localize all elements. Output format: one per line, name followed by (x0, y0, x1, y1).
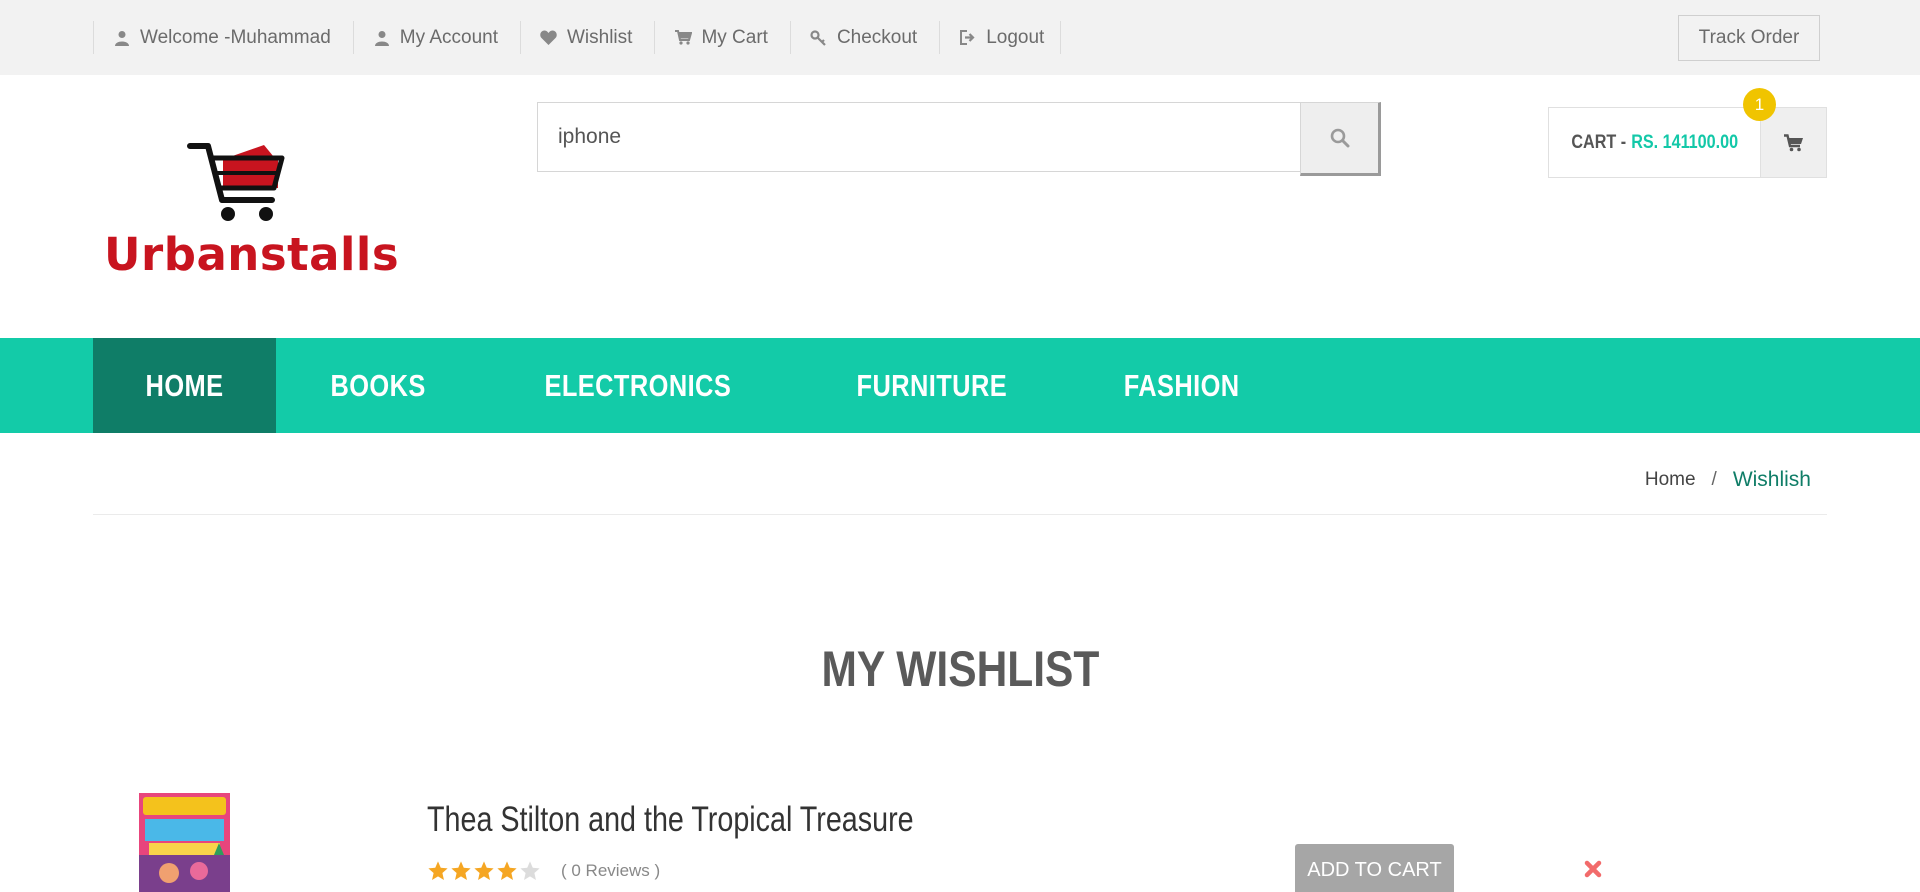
user-icon (113, 29, 131, 47)
product-rating: ( 0 Reviews ) (427, 860, 660, 882)
welcome-link[interactable]: Welcome -Muhammad (93, 21, 353, 54)
nav-item-books[interactable]: BOOKS (276, 338, 480, 433)
nav-item-label: FURNITURE (856, 367, 1007, 403)
cart-icon-button[interactable] (1760, 108, 1826, 177)
close-icon (1584, 860, 1602, 878)
cart-icon (1783, 133, 1803, 151)
cart-icon (674, 29, 692, 47)
logout-link[interactable]: Logout (939, 21, 1062, 54)
welcome-label: Welcome -Muhammad (140, 26, 331, 48)
checkout-link[interactable]: Checkout (789, 21, 939, 54)
star-filled-icon (451, 861, 471, 880)
nav-item-label: ELECTRONICS (544, 367, 732, 403)
wishlist-label: Wishlist (566, 26, 633, 48)
top-bar: Welcome -Muhammad My Account Wishlist My… (0, 0, 1920, 75)
heart-icon (540, 29, 558, 47)
star-filled-icon (428, 861, 448, 880)
checkout-label: Checkout (836, 26, 918, 48)
divider (93, 514, 1827, 515)
star-filled-icon (497, 861, 517, 880)
product-name[interactable]: Thea Stilton and the Tropical Treasure (427, 800, 914, 840)
logo-cart-icon (187, 143, 285, 221)
book-cover-image (139, 793, 230, 892)
nav-item-fashion[interactable]: FASHION (1067, 338, 1296, 433)
search-input[interactable]: iphone (537, 102, 1302, 172)
star-filled-icon (474, 861, 494, 880)
logo-text: Urbanstalls (104, 228, 400, 281)
search-input-value: iphone (558, 125, 622, 148)
nav-item-electronics[interactable]: ELECTRONICS (480, 338, 796, 433)
search-button[interactable] (1300, 102, 1381, 176)
nav-item-label: BOOKS (330, 367, 426, 403)
my-cart-link[interactable]: My Cart (654, 21, 790, 54)
top-nav: Welcome -Muhammad My Account Wishlist My… (93, 21, 1062, 54)
page-title: MY WISHLIST (0, 640, 1920, 698)
track-order-button[interactable]: Track Order (1678, 15, 1820, 61)
add-to-cart-button[interactable]: ADD TO CART (1295, 844, 1454, 892)
breadcrumb-home[interactable]: Home (1645, 469, 1696, 491)
logout-label: Logout (986, 26, 1045, 48)
my-account-link[interactable]: My Account (352, 21, 520, 54)
breadcrumb-current[interactable]: Wishlish (1733, 468, 1811, 492)
cart-count-badge: 1 (1743, 88, 1776, 121)
breadcrumb: Home / Wishlish (1645, 468, 1811, 492)
page-title-text: MY WISHLIST (821, 641, 1099, 697)
nav-item-label: HOME (145, 367, 224, 403)
search-icon (1330, 128, 1349, 148)
main-nav: HOME BOOKS ELECTRONICS FURNITURE FASHION (0, 338, 1920, 433)
cart-amount: RS. 141100.00 (1631, 131, 1739, 153)
remove-item-button[interactable] (1581, 857, 1605, 881)
rating-stars (427, 860, 541, 882)
my-account-label: My Account (399, 26, 498, 48)
nav-item-home[interactable]: HOME (93, 338, 276, 433)
cart-label: CART - (1571, 131, 1627, 153)
user-icon (373, 29, 391, 47)
nav-item-furniture[interactable]: FURNITURE (796, 338, 1068, 433)
my-cart-label: My Cart (701, 26, 768, 48)
breadcrumb-separator: / (1711, 469, 1717, 490)
nav-item-label: FASHION (1124, 367, 1241, 403)
logo[interactable]: Urbanstalls (104, 140, 399, 281)
wishlist-link[interactable]: Wishlist (519, 21, 654, 54)
star-empty-icon (520, 861, 540, 880)
main-nav-list: HOME BOOKS ELECTRONICS FURNITURE FASHION (93, 338, 1297, 433)
key-icon (810, 29, 828, 47)
header-cart[interactable]: CART - RS. 141100.00 (1548, 107, 1827, 178)
cart-summary: CART - RS. 141100.00 (1565, 108, 1745, 177)
review-count: ( 0 Reviews ) (561, 861, 661, 880)
product-thumbnail[interactable] (139, 793, 230, 892)
logout-icon (959, 29, 977, 47)
